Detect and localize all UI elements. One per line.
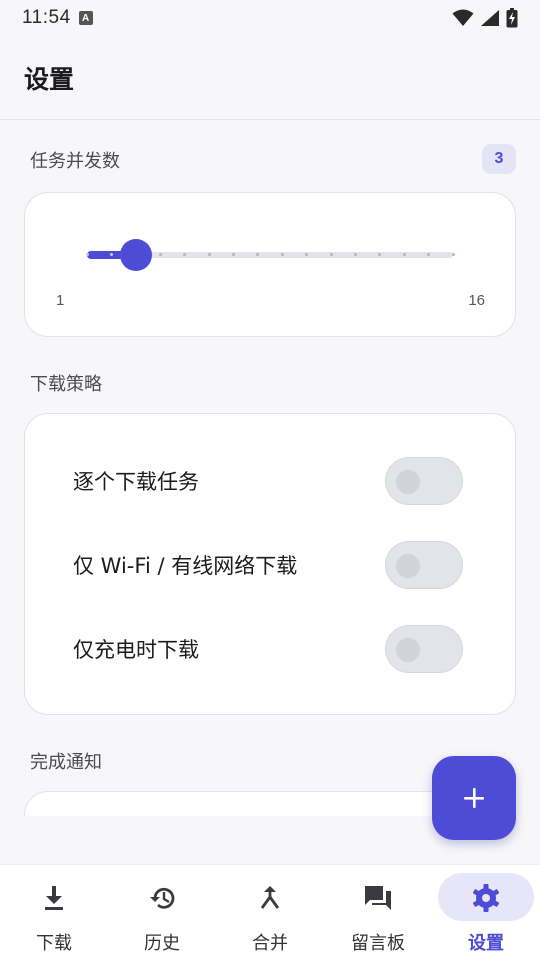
wifi-only-toggle[interactable]: [385, 541, 463, 589]
slider-tick: [207, 253, 211, 256]
nav-label: 留言板: [351, 933, 405, 954]
nav-item-history[interactable]: 历史: [112, 865, 220, 960]
charging-only-toggle[interactable]: [385, 625, 463, 673]
option-row-charging-only[interactable]: 仅充电时下载: [73, 624, 463, 674]
notification-a-icon: A: [78, 11, 93, 25]
page-title: 设置: [24, 64, 75, 94]
slider-tick: [109, 253, 113, 256]
nav-label: 下载: [36, 933, 72, 954]
slider-tick: [231, 253, 235, 256]
wifi-icon: [452, 9, 474, 26]
plus-icon: [464, 788, 484, 808]
option-row-wifi-only[interactable]: 仅 Wi-Fi / 有线网络下载: [73, 540, 463, 590]
merge-icon: [260, 886, 280, 909]
status-bar: 11:54 A: [0, 0, 540, 36]
forum-icon: [365, 886, 391, 910]
strategy-heading: 下载策略: [30, 374, 102, 395]
bottom-navigation: 下载 历史 合并 留言板 设置: [0, 864, 540, 960]
strategy-card: 逐个下载任务 仅 Wi-Fi / 有线网络下载 仅充电时下载: [24, 413, 516, 715]
cell-signal-icon: [481, 10, 499, 26]
slider-thumb[interactable]: [119, 239, 152, 271]
sequential-toggle[interactable]: [385, 457, 463, 505]
notification-heading: 完成通知: [30, 752, 102, 773]
status-time: 11:54: [22, 7, 71, 28]
add-task-button[interactable]: [432, 756, 516, 840]
nav-item-settings[interactable]: 设置: [436, 865, 540, 960]
option-row-sequential[interactable]: 逐个下载任务: [73, 456, 463, 506]
slider-tick: [85, 253, 89, 256]
slider-tick: [353, 253, 357, 256]
nav-label: 设置: [468, 933, 504, 954]
option-label: 逐个下载任务: [73, 470, 199, 494]
gear-icon: [472, 884, 500, 912]
download-icon: [45, 886, 63, 910]
status-icons: [452, 8, 518, 28]
battery-charging-icon: [506, 8, 518, 28]
nav-label: 历史: [144, 933, 180, 954]
nav-item-merge[interactable]: 合并: [220, 865, 328, 960]
concurrency-value-badge: 3: [482, 144, 516, 174]
slider-tick: [280, 253, 284, 256]
toggle-knob: [396, 638, 420, 662]
slider-tick: [158, 253, 162, 256]
slider-min-label: 1: [56, 292, 65, 309]
nav-label: 合并: [252, 933, 288, 954]
toggle-knob: [396, 554, 420, 578]
app-bar: 设置: [0, 36, 540, 120]
nav-item-download[interactable]: 下载: [4, 865, 112, 960]
slider-max-label: 16: [468, 292, 485, 309]
nav-item-forum[interactable]: 留言板: [328, 865, 436, 960]
toggle-knob: [396, 470, 420, 494]
slider-tick: [451, 253, 455, 256]
option-label: 仅 Wi-Fi / 有线网络下载: [73, 554, 298, 578]
option-label: 仅充电时下载: [73, 638, 199, 662]
slider-tick: [329, 253, 333, 256]
slider-tick: [402, 253, 406, 256]
settings-content[interactable]: 任务并发数 3 1 16 下载策略 逐个下载任务 仅 Wi-Fi / 有线网络下…: [0, 121, 540, 816]
concurrency-card: 1 16: [24, 192, 516, 337]
history-icon: [150, 887, 175, 909]
concurrency-heading: 任务并发数: [30, 151, 120, 172]
